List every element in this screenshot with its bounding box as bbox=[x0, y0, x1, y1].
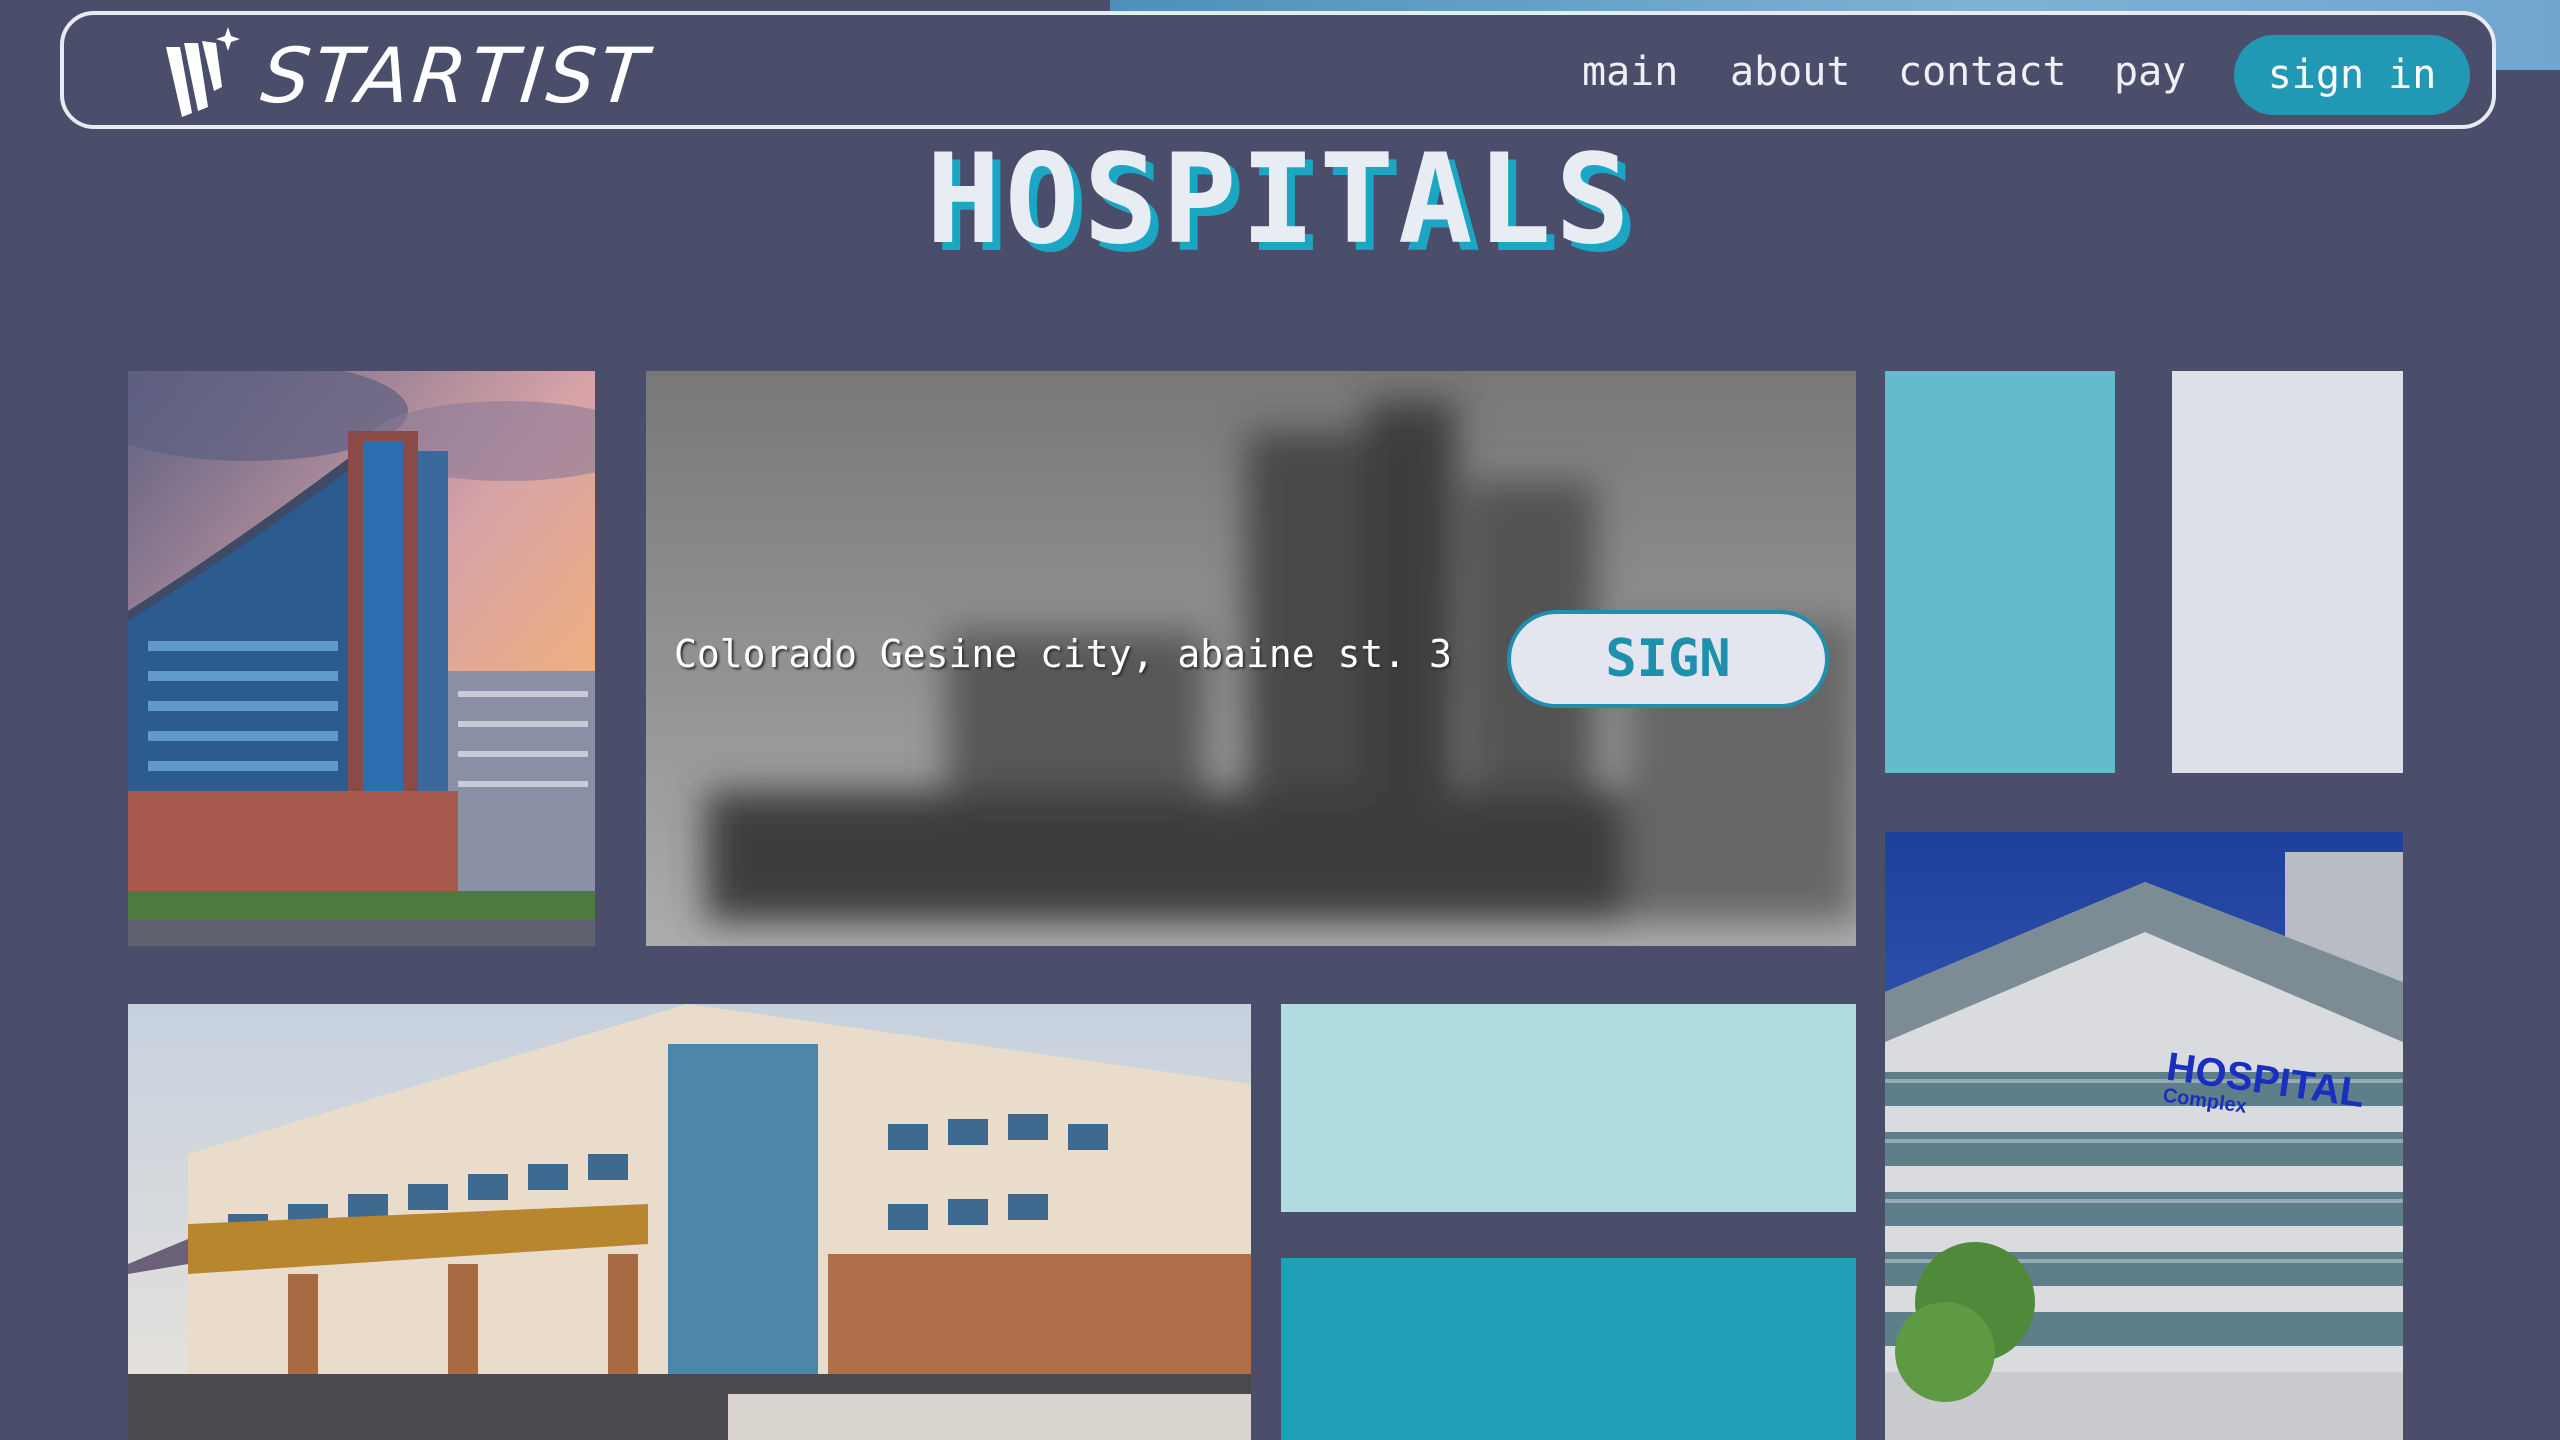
color-tile-pale-cyan bbox=[1281, 1004, 1856, 1212]
logo-icon[interactable] bbox=[162, 27, 242, 123]
nav-link-main[interactable]: main bbox=[1582, 49, 1678, 95]
nav-link-about[interactable]: about bbox=[1730, 49, 1850, 95]
hero-address: Colorado Gesine city, abaine st. 3 bbox=[674, 632, 1452, 676]
hospital-photo-complex: HOSPITAL Complex bbox=[1885, 832, 2403, 1440]
color-tile-teal bbox=[1885, 371, 2115, 773]
nav-link-contact[interactable]: contact bbox=[1898, 49, 2067, 95]
color-tile-pale-gray bbox=[2172, 371, 2403, 773]
page-title: HOSPITALS bbox=[926, 128, 1634, 272]
sign-in-button[interactable]: sign in bbox=[2234, 35, 2470, 115]
brand-name[interactable]: STARTIST bbox=[257, 31, 654, 120]
navbar: STARTIST main about contact pay sign in bbox=[60, 11, 2496, 129]
nav-link-pay[interactable]: pay bbox=[2114, 49, 2186, 95]
color-tile-dark-teal bbox=[1281, 1258, 1856, 1440]
hospital-photo-tower bbox=[128, 371, 595, 946]
sign-button[interactable]: SIGN bbox=[1507, 610, 1829, 708]
hospital-photo-wide bbox=[128, 1004, 1251, 1440]
